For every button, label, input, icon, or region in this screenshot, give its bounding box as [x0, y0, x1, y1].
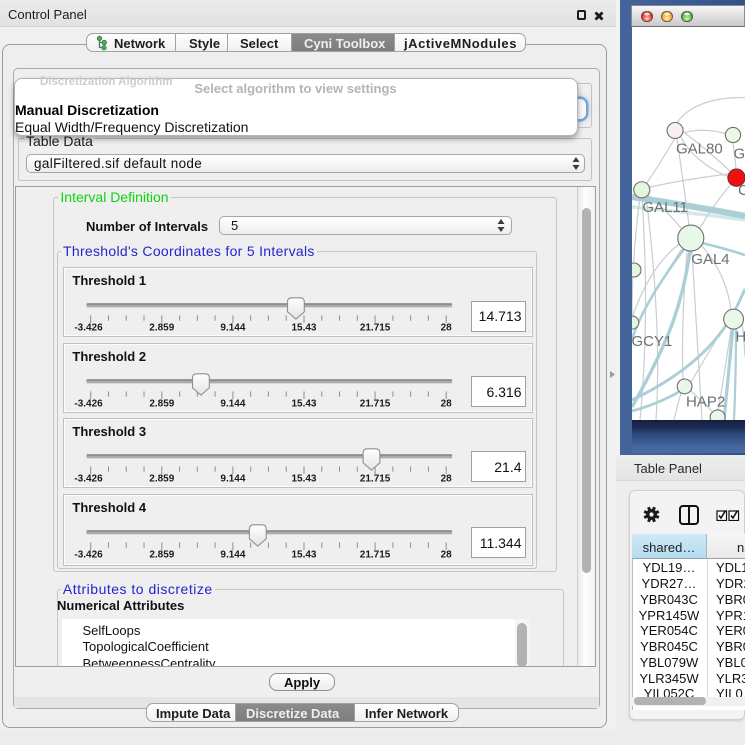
svg-text:9.144: 9.144: [221, 323, 246, 334]
svg-text:-3.426: -3.426: [75, 474, 104, 485]
svg-text:28: 28: [441, 398, 453, 409]
svg-text:2.859: 2.859: [150, 323, 175, 334]
svg-text:21.715: 21.715: [360, 474, 391, 485]
svg-text:-3.426: -3.426: [75, 323, 104, 334]
svg-text:GAL11: GAL11: [642, 199, 688, 216]
svg-text:H: H: [736, 329, 745, 346]
svg-text:CY: CY: [738, 182, 745, 199]
svg-text:-3.426: -3.426: [75, 398, 104, 409]
svg-text:-3.426: -3.426: [75, 550, 104, 561]
svg-text:GA: GA: [734, 146, 745, 163]
svg-text:GAL80: GAL80: [676, 141, 723, 158]
svg-text:15.43: 15.43: [292, 323, 317, 334]
svg-text:28: 28: [441, 474, 453, 485]
svg-text:9.144: 9.144: [221, 474, 246, 485]
svg-text:9.144: 9.144: [221, 550, 246, 561]
svg-text:GAL4: GAL4: [691, 251, 729, 268]
svg-text:21.715: 21.715: [360, 398, 391, 409]
svg-text:28: 28: [441, 550, 453, 561]
svg-text:2.859: 2.859: [150, 474, 175, 485]
svg-text:15.43: 15.43: [292, 550, 317, 561]
svg-text:15.43: 15.43: [292, 398, 317, 409]
svg-text:15.43: 15.43: [292, 474, 317, 485]
svg-text:21.715: 21.715: [360, 550, 391, 561]
svg-text:9.144: 9.144: [221, 398, 246, 409]
svg-text:28: 28: [441, 323, 453, 334]
svg-text:21.715: 21.715: [360, 323, 391, 334]
svg-text:2.859: 2.859: [150, 398, 175, 409]
svg-text:2.859: 2.859: [150, 550, 175, 561]
svg-text:HAP2: HAP2: [686, 393, 725, 410]
svg-text:GCY1: GCY1: [632, 333, 672, 350]
